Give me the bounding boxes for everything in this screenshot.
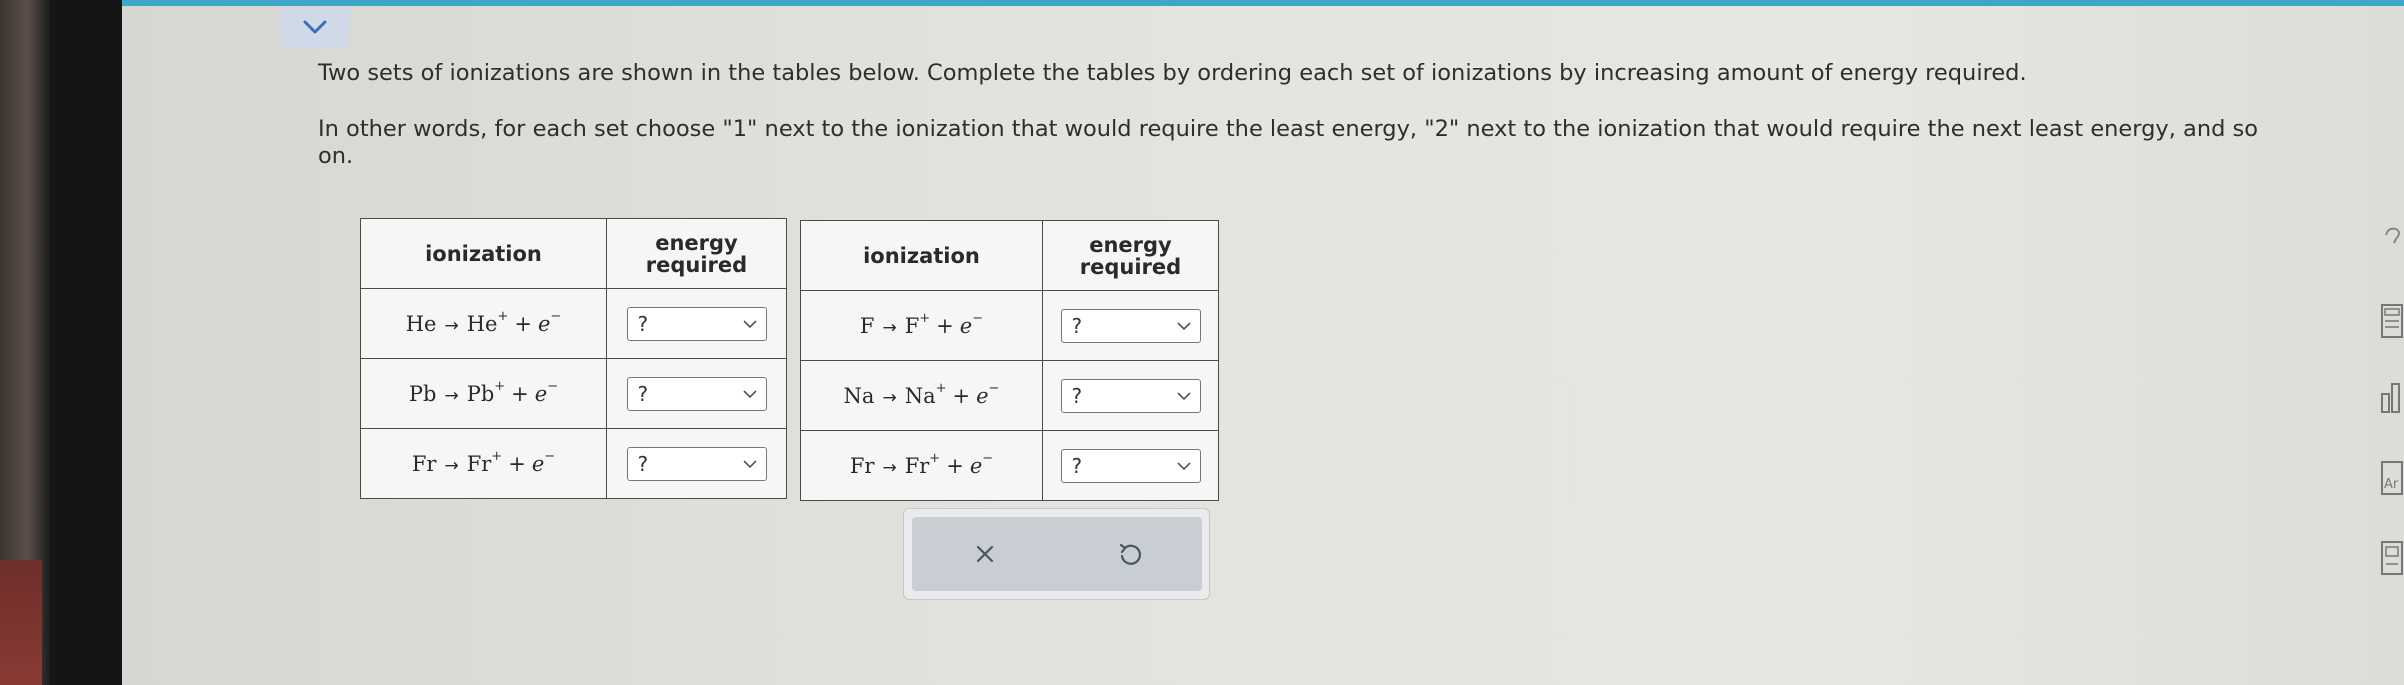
help-icon[interactable]: [2380, 223, 2404, 259]
clear-button[interactable]: [955, 529, 1015, 579]
ionization-equation: Na → Na+ + e−: [843, 380, 1000, 408]
svg-text:Ar: Ar: [2384, 477, 2399, 492]
ionization-equation: F → F+ + e−: [859, 310, 984, 338]
energy-rank-select[interactable]: ?: [1060, 378, 1201, 413]
header-ionization: ionization: [800, 220, 1043, 291]
screen-border: [50, 0, 122, 685]
close-icon: [976, 545, 993, 563]
header-energy-required: energy required: [1042, 220, 1219, 291]
chevron-down-icon: [1176, 461, 1191, 470]
ionization-equation: Fr → Fr+ + e−: [849, 450, 994, 478]
energy-rank-select[interactable]: ?: [626, 376, 767, 411]
table-row: Na → Na+ + e− ?: [800, 360, 1219, 431]
accent-bar: [122, 0, 2404, 6]
periodic-table-icon[interactable]: Ar: [2380, 460, 2404, 496]
answer-action-buttons: [912, 517, 1202, 591]
header-energy-required: energy required: [606, 218, 787, 289]
reference-icon[interactable]: [2380, 540, 2404, 576]
table-row: He → He+ + e− ?: [360, 288, 787, 359]
side-toolbar: Ar: [2370, 215, 2404, 595]
chevron-down-icon: [1176, 321, 1191, 330]
table-row: Fr → Fr+ + e− ?: [800, 430, 1219, 501]
instructions-paragraph-2: In other words, for each set choose "1" …: [318, 116, 2258, 169]
chevron-down-icon: [303, 20, 327, 34]
device-bezel: [0, 0, 50, 685]
table-row: Pb → Pb+ + e− ?: [360, 358, 787, 429]
undo-button[interactable]: [1100, 529, 1160, 579]
ionization-equation: He → He+ + e−: [405, 308, 562, 336]
energy-rank-select[interactable]: ?: [626, 446, 767, 481]
desk-edge: [0, 560, 42, 685]
instructions-paragraph-1: Two sets of ionizations are shown in the…: [318, 60, 2027, 86]
energy-rank-select[interactable]: ?: [1060, 448, 1201, 483]
chevron-down-icon: [742, 319, 757, 328]
energy-rank-select[interactable]: ?: [1060, 308, 1201, 343]
table-row: Fr → Fr+ + e− ?: [360, 428, 787, 499]
header-ionization: ionization: [360, 218, 607, 289]
ionization-equation: Fr → Fr+ + e−: [411, 448, 556, 476]
energy-rank-select[interactable]: ?: [626, 306, 767, 341]
ionization-equation: Pb → Pb+ + e−: [408, 378, 559, 406]
undo-icon: [1119, 543, 1141, 565]
collapse-button[interactable]: [280, 8, 350, 48]
chevron-down-icon: [742, 459, 757, 468]
table-row: F → F+ + e− ?: [800, 290, 1219, 361]
ionization-table-1: ionization energy required He → He+ + e− ? Pb…: [360, 218, 787, 499]
chevron-down-icon: [742, 389, 757, 398]
answer-action-panel: [903, 508, 1210, 600]
chart-icon[interactable]: [2380, 380, 2404, 416]
calculator-icon[interactable]: [2380, 303, 2404, 339]
ionization-table-2: ionization energy required F → F+ + e− ? Na → N…: [800, 220, 1219, 501]
chevron-down-icon: [1176, 391, 1191, 400]
